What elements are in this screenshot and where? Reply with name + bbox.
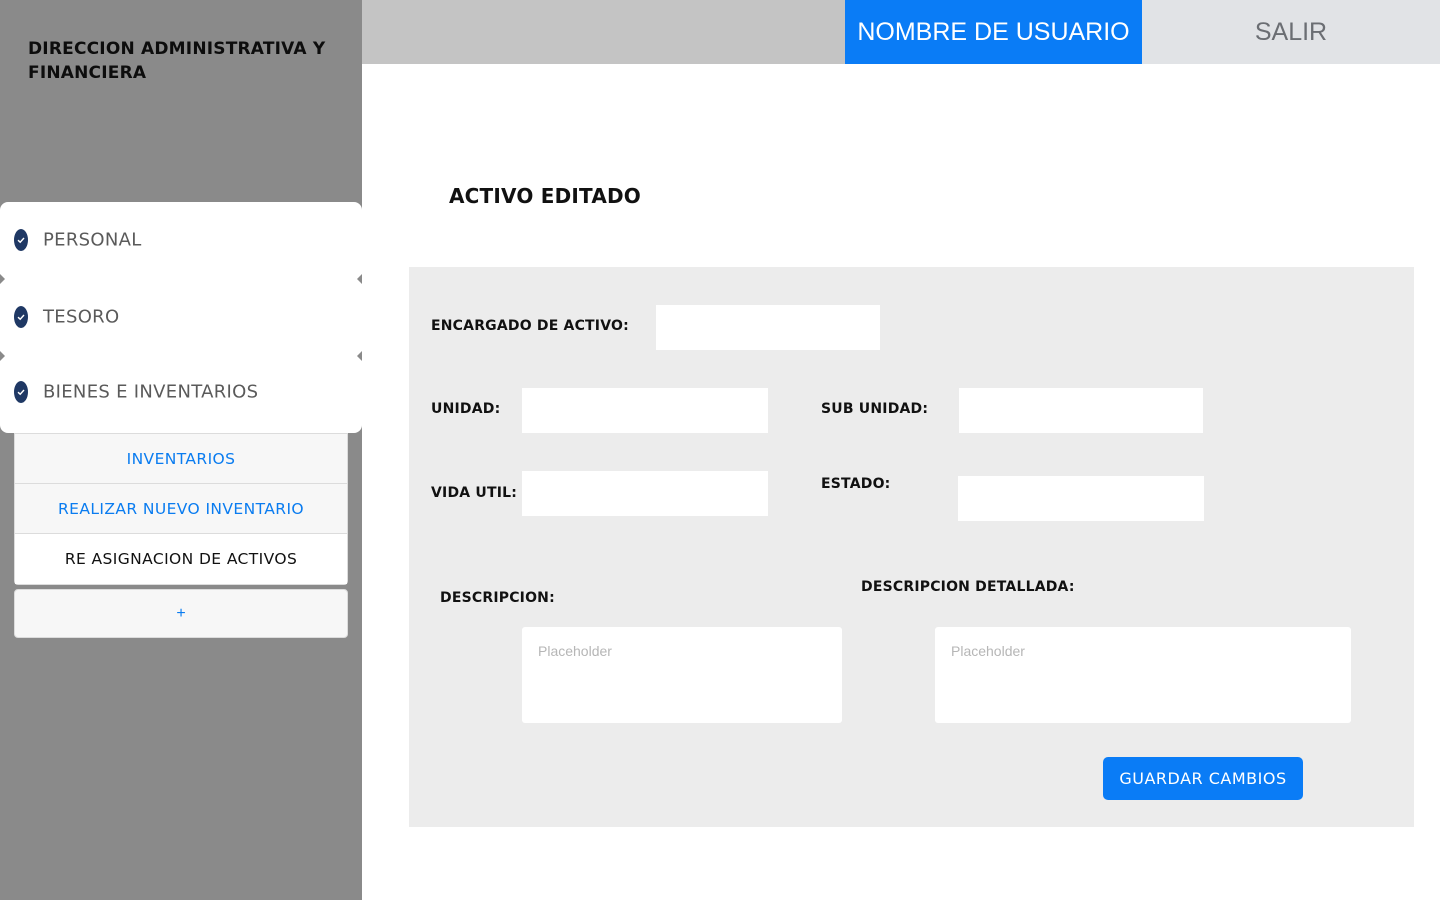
unidad-label: UNIDAD: [431, 401, 501, 417]
logout-button[interactable]: SALIR [1142, 0, 1440, 64]
accordion-item-tesoro[interactable]: TESORO [0, 287, 362, 347]
submenu-item-reasignacion[interactable]: RE ASIGNACION DE ACTIVOS [15, 534, 347, 584]
org-title-line-2: FINANCIERA [28, 63, 147, 83]
submenu-item-inventarios[interactable]: INVENTARIOS [15, 434, 347, 484]
estado-input[interactable] [958, 476, 1204, 521]
divider-notch [357, 351, 362, 361]
save-changes-button[interactable]: GUARDAR CAMBIOS [1103, 757, 1303, 800]
accordion-item-label: PERSONAL [43, 229, 142, 251]
descripcion-label: DESCRIPCION: [440, 590, 555, 606]
accordion-item-personal[interactable]: PERSONAL [0, 210, 362, 270]
encargado-label: ENCARGADO DE ACTIVO: [431, 318, 629, 334]
accordion-item-label: TESORO [43, 306, 120, 328]
descripcion-detallada-label: DESCRIPCION DETALLADA: [861, 579, 1075, 595]
vida-util-label: VIDA UTIL: [431, 485, 518, 501]
accordion-item-bienes-inventarios[interactable]: BIENES E INVENTARIOS [0, 362, 362, 422]
vida-util-input[interactable] [522, 471, 768, 516]
sub-unidad-label: SUB UNIDAD: [821, 401, 929, 417]
submenu-item-nuevo-inventario[interactable]: REALIZAR NUEVO INVENTARIO [15, 484, 347, 534]
descripcion-textarea[interactable] [522, 627, 842, 723]
divider-notch [0, 351, 5, 361]
divider-notch [357, 274, 362, 284]
accordion-item-label: BIENES E INVENTARIOS [43, 381, 259, 403]
sub-unidad-input[interactable] [959, 388, 1203, 433]
sidebar-accordion: PERSONAL TESORO BIENES E INVENTARIOS [0, 202, 362, 433]
org-title: DIRECCION ADMINISTRATIVA Y FINANCIERA [28, 37, 348, 85]
page-title: ACTIVO EDITADO [449, 184, 642, 208]
add-button[interactable]: + [14, 589, 348, 638]
encargado-input[interactable] [656, 305, 880, 350]
check-circle-icon [14, 306, 28, 328]
check-circle-icon [14, 381, 28, 403]
descripcion-detallada-textarea[interactable] [935, 627, 1351, 723]
unidad-input[interactable] [522, 388, 768, 433]
check-circle-icon [14, 229, 28, 251]
form-panel [409, 267, 1414, 827]
sidebar: DIRECCION ADMINISTRATIVA Y FINANCIERA PE… [0, 0, 362, 900]
submenu-list: INVENTARIOS REALIZAR NUEVO INVENTARIO RE… [14, 433, 348, 585]
estado-label: ESTADO: [821, 476, 891, 492]
org-title-line-1: DIRECCION ADMINISTRATIVA Y [28, 39, 326, 59]
divider-notch [0, 274, 5, 284]
user-name-button[interactable]: NOMBRE DE USUARIO [845, 0, 1142, 64]
